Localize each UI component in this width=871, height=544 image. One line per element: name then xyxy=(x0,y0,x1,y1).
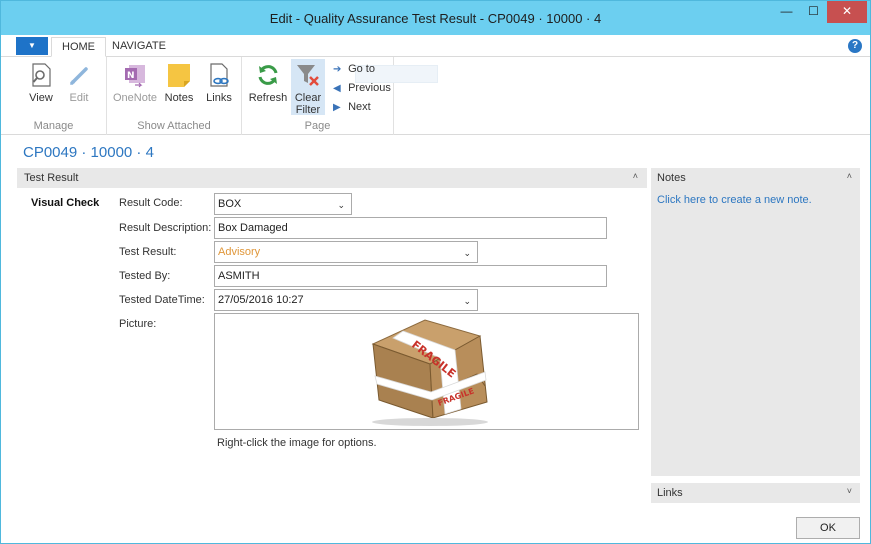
notes-label: Notes xyxy=(164,92,194,104)
notes-body: Click here to create a new note. xyxy=(651,188,860,476)
triangle-right-icon: ▶ xyxy=(333,102,341,113)
goto-button[interactable]: ➔ Go to xyxy=(333,60,375,78)
group-manage: View Edit Manage xyxy=(1,57,107,135)
chevron-down-icon[interactable]: ⌄ xyxy=(463,242,471,264)
tested-datetime-field[interactable]: 27/05/2016 10:27 ⌄ xyxy=(214,289,478,311)
dialog-window: Edit - Quality Assurance Test Result - C… xyxy=(0,0,871,544)
edit-button[interactable]: Edit xyxy=(62,61,96,104)
onenote-label: OneNote xyxy=(113,92,158,104)
tab-home[interactable]: HOME xyxy=(51,37,106,57)
title-bar: Edit - Quality Assurance Test Result - C… xyxy=(1,1,870,35)
next-button[interactable]: ▶ Next xyxy=(333,98,371,116)
group-page-label: Page xyxy=(304,120,331,132)
goto-label: Go to xyxy=(348,63,375,75)
clear-filter-icon xyxy=(297,65,319,86)
ok-button[interactable]: OK xyxy=(796,517,860,539)
notes-button[interactable]: Notes xyxy=(162,61,196,104)
group-show-attached-label: Show Attached xyxy=(137,120,211,132)
links-label: Links xyxy=(206,92,232,104)
close-button[interactable]: ✕ xyxy=(827,1,867,23)
ribbon: View Edit Manage N OneNote Notes Links S… xyxy=(1,57,870,135)
test-result-label: Test Result: xyxy=(119,246,177,258)
result-code-value: BOX xyxy=(218,198,242,210)
tested-datetime-value: 27/05/2016 10:27 xyxy=(218,294,304,306)
result-description-label: Result Description: xyxy=(119,222,212,234)
view-button[interactable]: View xyxy=(24,61,58,104)
tested-datetime-label: Tested DateTime: xyxy=(119,294,205,306)
chevron-up-icon[interactable]: ˄ xyxy=(633,171,638,181)
refresh-label: Refresh xyxy=(248,92,288,104)
chevron-down-icon[interactable]: ⌄ xyxy=(337,194,345,216)
chevron-down-icon[interactable]: ⌄ xyxy=(463,290,471,312)
links-title: Links xyxy=(657,487,683,499)
factbox-notes-header[interactable]: Notes ˄ xyxy=(651,168,860,188)
result-description-value: Box Damaged xyxy=(218,222,288,234)
record-title: CP0049 · 10000 · 4 xyxy=(23,144,154,161)
ribbon-tabs: ▼ HOME NAVIGATE ? xyxy=(1,35,870,57)
onenote-button[interactable]: N OneNote xyxy=(113,61,157,104)
tested-by-label: Tested By: xyxy=(119,270,171,282)
minimize-button[interactable]: — xyxy=(773,1,800,23)
factbox-links-header[interactable]: Links ˅ xyxy=(651,483,860,503)
tested-by-value: ASMITH xyxy=(218,270,260,282)
help-icon[interactable]: ? xyxy=(848,39,862,53)
picture-label: Picture: xyxy=(119,318,157,330)
link-document-icon xyxy=(210,63,229,87)
clear-filter-label-2: Filter xyxy=(295,104,321,116)
picture-hint: Right-click the image for options. xyxy=(217,437,377,449)
refresh-icon xyxy=(258,65,278,85)
sticky-note-icon xyxy=(168,64,190,87)
tab-navigate[interactable]: NAVIGATE xyxy=(102,37,176,57)
test-result-value: Advisory xyxy=(218,246,261,258)
tested-by-field[interactable]: ASMITH xyxy=(214,265,607,287)
result-code-dropdown[interactable]: BOX ⌄ xyxy=(214,193,352,215)
create-note-link[interactable]: Click here to create a new note. xyxy=(657,194,812,206)
maximize-button[interactable]: ☐ xyxy=(800,1,827,23)
chevron-down-icon[interactable]: ˅ xyxy=(847,486,852,496)
svg-text:N: N xyxy=(127,71,135,81)
damaged-fragile-box-image: FRAGILE FRAGILE xyxy=(371,319,488,426)
notes-title: Notes xyxy=(657,172,686,184)
links-button[interactable]: Links xyxy=(202,61,236,104)
picture-field[interactable]: FRAGILE FRAGILE xyxy=(214,313,639,430)
window-title: Edit - Quality Assurance Test Result - C… xyxy=(269,11,602,26)
triangle-left-icon: ◀ xyxy=(333,83,341,94)
previous-button[interactable]: ◀ Previous xyxy=(333,79,391,97)
result-description-field[interactable]: Box Damaged xyxy=(214,217,607,239)
chevron-up-icon[interactable]: ˄ xyxy=(847,171,852,181)
refresh-button[interactable]: Refresh xyxy=(248,61,288,104)
next-label: Next xyxy=(348,101,371,113)
fasttab-title: Test Result xyxy=(24,172,79,184)
view-label: View xyxy=(29,92,53,104)
app-menu-button[interactable]: ▼ xyxy=(16,37,48,55)
edit-label: Edit xyxy=(69,92,89,104)
magnifier-document-icon xyxy=(32,63,51,87)
onenote-icon: N xyxy=(125,65,145,88)
group-caption: Visual Check xyxy=(31,197,100,209)
group-show-attached: N OneNote Notes Links Show Attached xyxy=(107,57,242,135)
arrow-right-icon: ➔ xyxy=(333,64,342,75)
pencil-icon xyxy=(70,67,88,85)
previous-label: Previous xyxy=(348,82,391,94)
test-result-dropdown[interactable]: Advisory ⌄ xyxy=(214,241,478,263)
group-manage-label: Manage xyxy=(33,120,74,132)
result-code-label: Result Code: xyxy=(119,197,183,209)
clear-filter-button[interactable]: Clear Filter xyxy=(291,59,325,116)
clear-filter-label-1: Clear xyxy=(294,92,322,104)
fasttab-test-result-header[interactable]: Test Result ˄ xyxy=(17,168,647,188)
